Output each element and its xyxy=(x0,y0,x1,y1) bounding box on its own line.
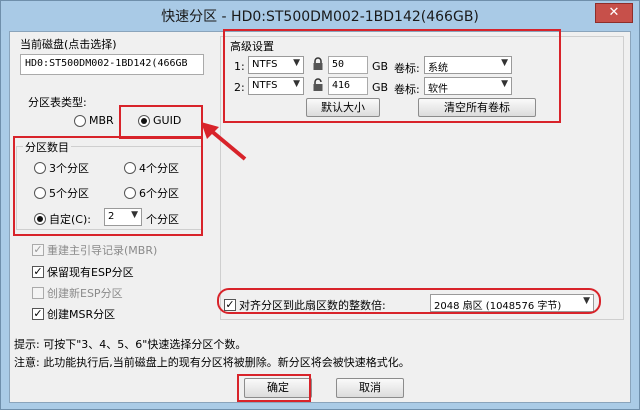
title-bar[interactable]: 快速分区 - HD0:ST500DM002-1BD142(466GB) ✕ xyxy=(1,1,639,31)
partition-custom-radio-dot xyxy=(34,213,46,225)
row1-fs-value: NTFS xyxy=(252,59,278,70)
partition-table-type-label: 分区表类型: xyxy=(28,96,87,109)
row2-fs-value: NTFS xyxy=(252,80,278,91)
align-partitions-label: 对齐分区到此扇区数的整数倍: xyxy=(239,299,386,312)
row2-size-input[interactable]: 416 xyxy=(328,77,368,95)
row2-volume-select[interactable]: 软件 ▼ xyxy=(424,77,512,95)
chevron-down-icon: ▼ xyxy=(293,58,300,68)
partition-5-radio[interactable]: 5个分区 xyxy=(34,185,89,201)
chevron-down-icon: ▼ xyxy=(293,79,300,89)
partition-6-radio[interactable]: 6个分区 xyxy=(124,185,179,201)
partition-6-label: 6个分区 xyxy=(139,187,179,200)
partition-custom-radio[interactable]: 自定(C): xyxy=(34,211,91,227)
create-msr-checkbox[interactable]: ✓ 创建MSR分区 xyxy=(32,306,115,322)
chevron-down-icon: ▼ xyxy=(583,296,590,306)
custom-count-value: 2 xyxy=(108,211,115,222)
close-button[interactable]: ✕ xyxy=(595,3,633,23)
keep-esp-checkbox[interactable]: ✓ 保留现有ESP分区 xyxy=(32,264,134,280)
current-disk-field[interactable]: HD0:ST500DM002-1BD142(466GB xyxy=(20,54,204,75)
row1-volume-value: 系统 xyxy=(428,63,448,74)
partition-3-radio[interactable]: 3个分区 xyxy=(34,160,89,176)
partition-6-radio-dot xyxy=(124,187,136,199)
mbr-radio-dot xyxy=(74,114,86,127)
partition-4-radio-dot xyxy=(124,162,136,174)
partition-3-radio-dot xyxy=(34,162,46,174)
guid-radio-label: GUID xyxy=(153,114,182,127)
align-sectors-value: 2048 扇区 (1048576 字节) xyxy=(434,301,562,312)
guid-radio[interactable]: GUID xyxy=(138,114,181,127)
create-msr-label: 创建MSR分区 xyxy=(47,308,116,321)
partition-3-label: 3个分区 xyxy=(49,162,89,175)
keep-esp-checkbox-box: ✓ xyxy=(32,265,44,278)
row2-unit: GB xyxy=(372,81,389,94)
cancel-button[interactable]: 取消 xyxy=(336,378,404,398)
partition-4-radio[interactable]: 4个分区 xyxy=(124,160,179,176)
custom-count-select[interactable]: 2 ▼ xyxy=(104,208,142,226)
row2-fs-select[interactable]: NTFS ▼ xyxy=(248,77,304,95)
row2-volume-label: 卷标: xyxy=(394,83,420,96)
partition-4-label: 4个分区 xyxy=(139,162,179,175)
row1-volume-select[interactable]: 系统 ▼ xyxy=(424,56,512,74)
row1-unit: GB xyxy=(372,60,389,73)
create-msr-checkbox-box: ✓ xyxy=(32,307,44,320)
dialog-client-area: 当前磁盘(点击选择) HD0:ST500DM002-1BD142(466GB 分… xyxy=(9,31,631,403)
chevron-down-icon: ▼ xyxy=(501,58,508,68)
row1-size-input[interactable]: 50 xyxy=(328,56,368,74)
rebuild-mbr-label: 重建主引导记录(MBR) xyxy=(47,244,158,257)
guid-radio-dot xyxy=(138,114,150,127)
row2-index: 2: xyxy=(234,81,245,94)
quick-partition-window: 快速分区 - HD0:ST500DM002-1BD142(466GB) ✕ 当前… xyxy=(0,0,640,410)
align-partitions-checkbox[interactable]: ✓ 对齐分区到此扇区数的整数倍: xyxy=(224,297,386,313)
create-esp-checkbox[interactable]: 创建新ESP分区 xyxy=(32,285,123,301)
chevron-down-icon: ▼ xyxy=(501,79,508,89)
create-esp-checkbox-box xyxy=(32,287,44,299)
default-size-button[interactable]: 默认大小 xyxy=(306,98,380,117)
partition-5-radio-dot xyxy=(34,187,46,199)
window-title: 快速分区 - HD0:ST500DM002-1BD142(466GB) xyxy=(161,9,479,25)
current-disk-label: 当前磁盘(点击选择) xyxy=(20,38,117,51)
hint-text: 提示: 可按下"3、4、5、6"快速选择分区个数。 xyxy=(14,338,247,351)
row2-volume-value: 软件 xyxy=(428,84,448,95)
rebuild-mbr-checkbox-box: ✓ xyxy=(32,243,44,256)
advanced-settings-title: 高级设置 xyxy=(230,40,274,53)
align-partitions-checkbox-box: ✓ xyxy=(224,298,236,311)
align-sectors-select[interactable]: 2048 扇区 (1048576 字节) ▼ xyxy=(430,294,594,312)
custom-count-suffix: 个分区 xyxy=(146,213,179,226)
unlock-icon[interactable] xyxy=(312,78,324,92)
warning-text: 注意: 此功能执行后,当前磁盘上的现有分区将被删除。新分区将会被快速格式化。 xyxy=(14,356,410,369)
partition-custom-label: 自定(C): xyxy=(49,213,91,226)
row1-fs-select[interactable]: NTFS ▼ xyxy=(248,56,304,74)
partition-5-label: 5个分区 xyxy=(49,187,89,200)
keep-esp-label: 保留现有ESP分区 xyxy=(47,266,134,279)
row1-volume-label: 卷标: xyxy=(394,62,420,75)
clear-all-labels-button[interactable]: 清空所有卷标 xyxy=(418,98,536,117)
partition-count-title: 分区数目 xyxy=(23,139,71,155)
mbr-radio-label: MBR xyxy=(89,114,114,127)
row1-index: 1: xyxy=(234,60,245,73)
create-esp-label: 创建新ESP分区 xyxy=(47,287,123,300)
ok-button[interactable]: 确定 xyxy=(244,378,312,398)
lock-icon[interactable] xyxy=(312,57,324,71)
rebuild-mbr-checkbox[interactable]: ✓ 重建主引导记录(MBR) xyxy=(32,242,157,258)
mbr-radio[interactable]: MBR xyxy=(74,114,114,127)
chevron-down-icon: ▼ xyxy=(131,210,138,220)
